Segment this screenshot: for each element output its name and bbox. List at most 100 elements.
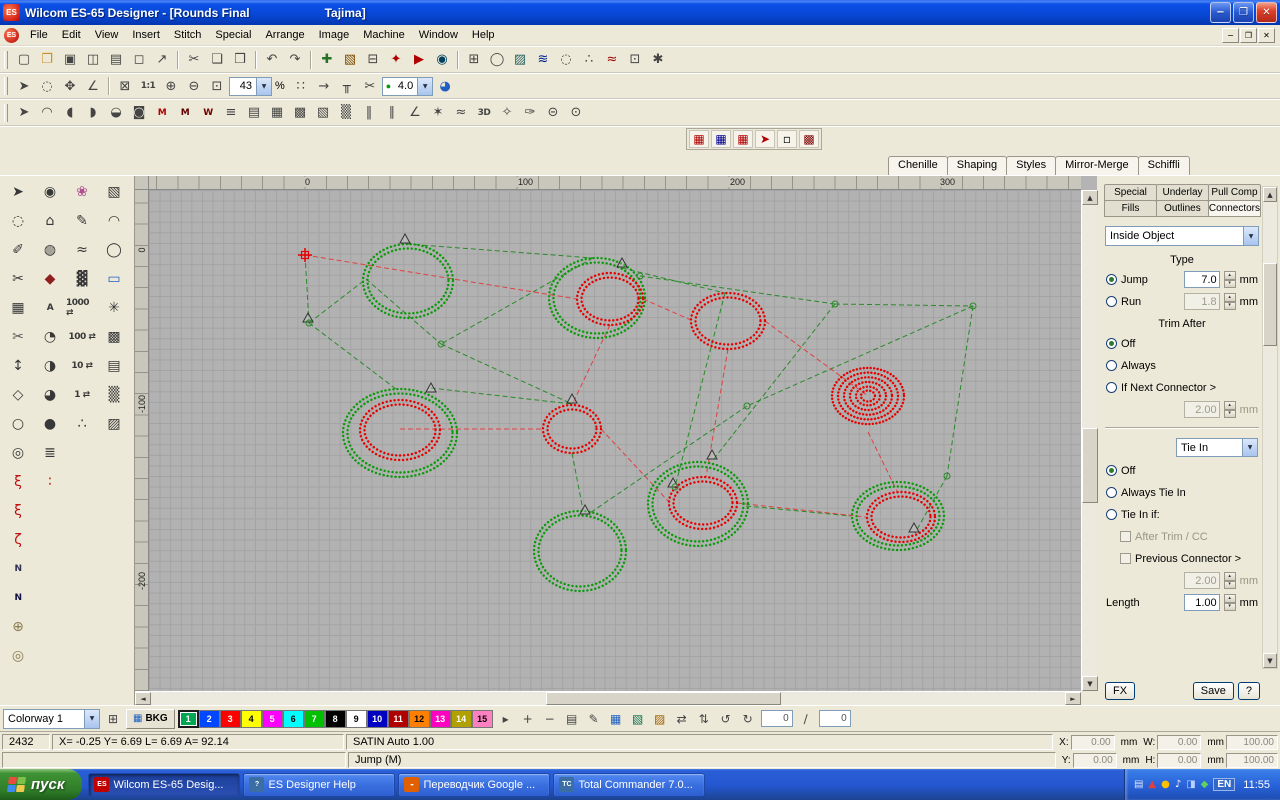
color-object-ball[interactable]: ◕	[434, 76, 456, 97]
rotate-right[interactable]: ↻	[738, 709, 758, 728]
arc-tool[interactable]: ◠	[98, 207, 130, 234]
color-swatch-7[interactable]: 7	[304, 710, 325, 728]
help-button[interactable]: ?	[1238, 682, 1260, 700]
options[interactable]: ✱	[647, 49, 669, 70]
digitize-block-tool[interactable]: ⌂	[34, 207, 66, 234]
length-value-field[interactable]: 1.00	[1184, 594, 1220, 611]
coil-stitch-small[interactable]: ξ	[2, 468, 34, 495]
open-design[interactable]: ❐	[36, 49, 58, 70]
scroll-down-icon[interactable]: ▼	[1082, 676, 1098, 691]
mdi-close-button[interactable]: ✕	[1258, 28, 1275, 43]
connector-line[interactable]	[441, 344, 572, 404]
circle-tool[interactable]: ◍	[34, 236, 66, 263]
stitch-mark-tool[interactable]: ∶	[34, 468, 66, 495]
restore-button[interactable]: ❐	[1233, 2, 1254, 23]
language-indicator[interactable]: EN	[1213, 778, 1235, 791]
stitch-circle-red[interactable]	[543, 405, 601, 453]
tie-off-radio[interactable]	[1106, 465, 1117, 476]
scroll-right-icon[interactable]: ►	[1065, 692, 1081, 705]
scroll-left-icon[interactable]: ◄	[135, 692, 151, 705]
3d-warp[interactable]: 3D	[473, 102, 495, 123]
stitch-circle-green[interactable]	[539, 516, 622, 587]
toolbar-grip[interactable]	[4, 104, 8, 122]
wave-fill[interactable]: ≈	[450, 102, 472, 123]
polygon-select-tool[interactable]: ◌	[36, 76, 58, 97]
object-start-marker[interactable]	[580, 505, 590, 514]
hatch-tool[interactable]: ▧	[98, 178, 130, 205]
vertical-scrollbar[interactable]: ▲ ▼	[1081, 190, 1097, 691]
color-swatch-3[interactable]: 3	[220, 710, 241, 728]
column-b[interactable]: ∥	[381, 102, 403, 123]
object-start-marker[interactable]	[909, 523, 919, 532]
fill-tool[interactable]: ▓	[66, 265, 98, 292]
stamp-marquee[interactable]: ▫	[777, 130, 797, 148]
messenger-icon[interactable]: ◆	[1201, 779, 1209, 790]
tie-in-combo[interactable]: Tie In ▼	[1176, 438, 1258, 457]
jump-value-field[interactable]: 7.0	[1184, 271, 1220, 288]
closed-curve-tool[interactable]: ●	[34, 410, 66, 437]
rotate-left[interactable]: ↺	[716, 709, 736, 728]
ring-tool[interactable]: ◎	[2, 439, 34, 466]
menu-window[interactable]: Window	[412, 27, 465, 43]
trim-off-radio[interactable]	[1106, 338, 1117, 349]
travel-10[interactable]: 10 ⇄	[66, 352, 98, 379]
cross-stitch[interactable]: ▩	[289, 102, 311, 123]
travel-1000[interactable]: 1000 ⇄	[66, 294, 98, 321]
stitch-circle-red[interactable]	[674, 482, 733, 525]
colorway-combo[interactable]: Colorway 1 ▼	[3, 709, 100, 729]
chevron-down-icon[interactable]: ▼	[256, 78, 271, 95]
rectangle-tool[interactable]: ▭	[98, 265, 130, 292]
stitch-circle-red[interactable]	[691, 293, 765, 349]
run-stitch-tool[interactable]: ≈	[66, 236, 98, 263]
spin-up-icon[interactable]: ▴	[1224, 271, 1236, 280]
object-start-marker[interactable]	[707, 450, 717, 459]
pattern-stamp-tool[interactable]: ▩	[98, 323, 130, 350]
reshape-tool[interactable]: ✐	[2, 236, 34, 263]
palette-grid-icon[interactable]: ⊞	[103, 709, 123, 728]
taskbar-task[interactable]: ?ES Designer Help	[243, 773, 395, 797]
menu-file[interactable]: File	[23, 27, 55, 43]
write-to-machine[interactable]: ◫	[82, 49, 104, 70]
shield-icon[interactable]: ▲	[1148, 779, 1156, 790]
chevron-down-icon[interactable]: ▼	[417, 78, 432, 95]
stamp-pattern-red[interactable]: ▦	[689, 130, 709, 148]
mdi-minimize-button[interactable]: −	[1222, 28, 1239, 43]
preset-combo[interactable]: Inside Object ▼	[1105, 226, 1259, 246]
carving-stamp[interactable]: ▩	[799, 130, 819, 148]
overview-window[interactable]: ∷	[290, 76, 312, 97]
stamp-arrow[interactable]: ➤	[755, 130, 775, 148]
horizontal-scroll-thumb[interactable]	[546, 692, 781, 705]
satin-tool[interactable]: ◆	[34, 265, 66, 292]
menu-special[interactable]: Special	[208, 27, 258, 43]
taskbar-task[interactable]: ◒Переводчик Google ...	[398, 773, 550, 797]
connector-line[interactable]	[835, 304, 973, 306]
trim-function[interactable]: ✂	[359, 76, 381, 97]
remove-color[interactable]: −	[540, 709, 560, 728]
show-artwork[interactable]: ▨	[509, 49, 531, 70]
color-swatch-14[interactable]: 14	[451, 710, 472, 728]
edit-colors[interactable]: ✎	[584, 709, 604, 728]
select-tool[interactable]: ➤	[2, 178, 34, 205]
motif-tool[interactable]: ❀	[66, 178, 98, 205]
length-spinner[interactable]: ▴▾	[1224, 594, 1236, 611]
bullseye-tool[interactable]: ◎	[2, 642, 34, 669]
tatami-fill[interactable]: M	[174, 102, 196, 123]
coil-stitch-medium[interactable]: ξ	[2, 497, 34, 524]
connector-line[interactable]	[309, 323, 396, 389]
penetration-tool[interactable]: ∴	[66, 410, 98, 437]
insert-design[interactable]: ✚	[316, 49, 338, 70]
horizontal-scrollbar[interactable]: ◄ ►	[135, 691, 1081, 705]
skew-value-field[interactable]: 0	[819, 710, 851, 727]
lettering-tool[interactable]: A	[34, 294, 66, 321]
taskbar-task[interactable]: TCTotal Commander 7.0...	[553, 773, 705, 797]
connector-line[interactable]	[747, 306, 973, 406]
zoom-1-1[interactable]: 1:1	[137, 76, 159, 97]
stitch-circle-green[interactable]	[368, 249, 449, 314]
color-table[interactable]: ▦	[606, 709, 626, 728]
color-swatch-2[interactable]: 2	[199, 710, 220, 728]
stitch-circle-green[interactable]	[857, 487, 940, 546]
remove-overlap-tool[interactable]: ◕	[34, 381, 66, 408]
zigzag-bold-tool[interactable]: N	[2, 584, 34, 611]
zoom-combo[interactable]: 43 ▼	[229, 77, 272, 96]
show-needle-points[interactable]: ∴	[578, 49, 600, 70]
